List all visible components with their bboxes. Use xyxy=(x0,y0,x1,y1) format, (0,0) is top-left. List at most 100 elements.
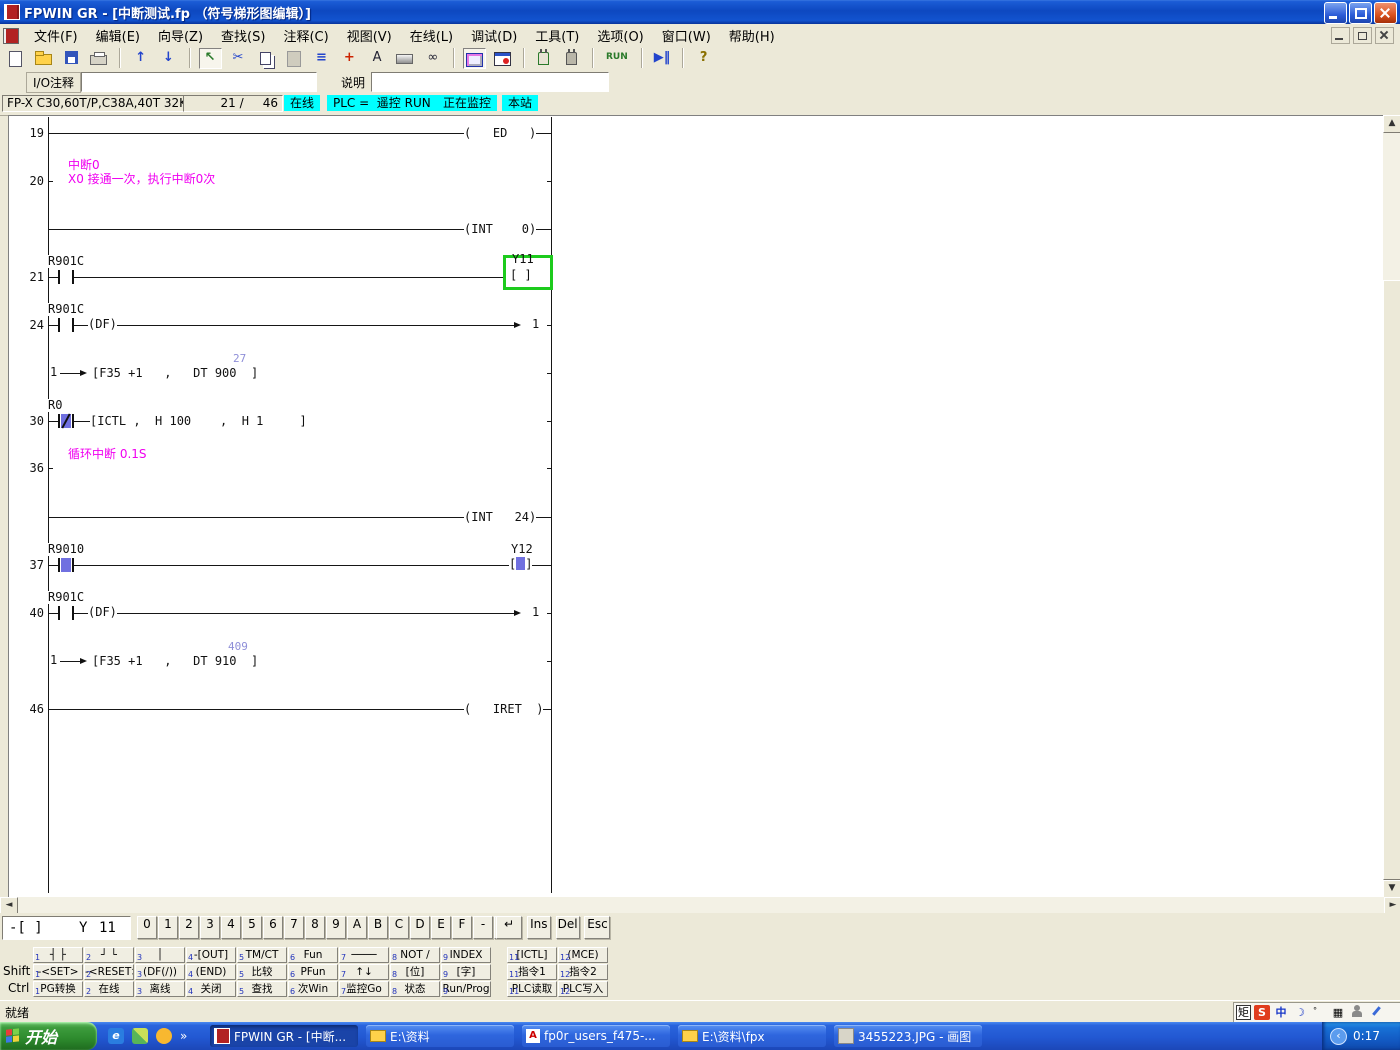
menu-item[interactable]: 帮助(H) xyxy=(720,23,784,48)
function-key-shift[interactable]: 9[字] xyxy=(441,964,491,980)
menu-item[interactable]: 选项(O) xyxy=(588,23,652,48)
menu-item[interactable]: 在线(L) xyxy=(401,23,462,48)
keypad-key[interactable]: 4 xyxy=(221,916,241,939)
menu-item[interactable]: 工具(T) xyxy=(526,23,588,48)
function-key[interactable]: 7──── xyxy=(339,947,389,963)
minimize-button[interactable] xyxy=(1324,2,1347,24)
function-key-ctrl[interactable]: 6次Win xyxy=(288,981,338,997)
offline-plug-icon[interactable] xyxy=(560,48,583,69)
soft-keyboard-icon[interactable]: ▦ xyxy=(1330,1005,1346,1020)
function-key-ctrl[interactable]: 8状态 xyxy=(390,981,440,997)
device-monitor-icon[interactable] xyxy=(491,48,514,69)
menu-item[interactable]: 窗口(W) xyxy=(653,23,720,48)
monitor-icon[interactable] xyxy=(463,48,486,69)
settings-wrench-icon[interactable] xyxy=(1368,1005,1384,1020)
menu-item[interactable]: 调试(D) xyxy=(462,23,526,48)
keypad-key[interactable]: 1 xyxy=(158,916,178,939)
sogou-icon[interactable]: S xyxy=(1254,1005,1270,1020)
menu-item[interactable]: 查找(S) xyxy=(212,23,274,48)
horizontal-scrollbar[interactable] xyxy=(0,897,1400,913)
restore-button[interactable] xyxy=(1349,2,1372,24)
function-key-shift[interactable]: 4(END) xyxy=(186,964,236,980)
plc-run-icon[interactable]: RUN xyxy=(602,48,632,69)
task-folder-fpx[interactable]: E:\资料\fpx xyxy=(678,1025,826,1047)
io-comment-input[interactable] xyxy=(81,72,317,92)
ie-icon[interactable]: e xyxy=(108,1028,124,1044)
function-key-shift[interactable]: 7↑↓ xyxy=(339,964,389,980)
keypad-key[interactable]: 7 xyxy=(284,916,304,939)
function-key-ctrl[interactable]: 2在线 xyxy=(84,981,134,997)
ime-shape-icon[interactable]: 矩 xyxy=(1236,1005,1251,1020)
keypad-key[interactable]: 2 xyxy=(179,916,199,939)
insert-key[interactable]: Ins xyxy=(527,916,551,939)
open-folder-icon[interactable] xyxy=(32,48,55,69)
quick-launch-chevron[interactable]: » xyxy=(180,1029,187,1043)
function-key[interactable]: 2┘ └ xyxy=(84,947,134,963)
function-key-ctrl[interactable]: 1PG转换 xyxy=(33,981,83,997)
keypad-key[interactable]: C xyxy=(389,916,409,939)
delete-key[interactable]: Del xyxy=(556,916,580,939)
io-comment-icon[interactable]: ≡ xyxy=(310,48,333,69)
function-key-shift[interactable]: 6PFun xyxy=(288,964,338,980)
function-key[interactable]: 1┤ ├ xyxy=(33,947,83,963)
child-minimize-button[interactable] xyxy=(1331,27,1350,44)
cut-icon[interactable]: ✂ xyxy=(226,48,249,69)
scroll-up-arrow[interactable]: ▲ xyxy=(1383,115,1400,133)
function-key[interactable]: 3│ xyxy=(135,947,185,963)
vertical-scroll-thumb[interactable] xyxy=(1383,280,1400,880)
quick-launch-icon[interactable] xyxy=(132,1028,148,1044)
function-key-ctrl[interactable]: 5查找 xyxy=(237,981,287,997)
interline-icon[interactable] xyxy=(393,48,416,69)
insert-icon[interactable]: + xyxy=(338,48,361,69)
function-key-ctrl[interactable]: 12PLC写入 xyxy=(558,981,608,997)
run-prog-toggle-icon[interactable]: ▶‖ xyxy=(651,48,674,69)
close-button[interactable] xyxy=(1374,2,1397,24)
download-icon[interactable]: ↓ xyxy=(157,48,180,69)
function-key-ctrl[interactable]: 3离线 xyxy=(135,981,185,997)
online-plug-icon[interactable] xyxy=(532,48,555,69)
function-key-shift[interactable]: 12指令2 xyxy=(558,964,608,980)
menu-item[interactable]: 注释(C) xyxy=(274,23,337,48)
find-icon[interactable]: ∞ xyxy=(421,48,444,69)
help-icon[interactable]: ? xyxy=(692,48,715,69)
punctuation-icon[interactable]: ゜ xyxy=(1311,1005,1327,1020)
keypad-key[interactable]: 3 xyxy=(200,916,220,939)
function-key-shift[interactable]: 3(DF(/)) xyxy=(135,964,185,980)
keypad-key[interactable]: E xyxy=(431,916,451,939)
keypad-key[interactable]: 9 xyxy=(326,916,346,939)
upload-icon[interactable]: ↑ xyxy=(129,48,152,69)
task-paint[interactable]: 3455223.JPG - 画图 xyxy=(834,1025,982,1047)
start-button[interactable]: 开始 xyxy=(0,1022,97,1050)
function-key-ctrl[interactable]: 7监控Go xyxy=(339,981,389,997)
task-pdf[interactable]: A fp0r_users_f475-... xyxy=(522,1025,670,1047)
qq-icon[interactable] xyxy=(156,1028,172,1044)
function-key-shift[interactable]: 5比较 xyxy=(237,964,287,980)
function-key[interactable]: 8NOT / xyxy=(390,947,440,963)
function-key[interactable]: 5TM/CT xyxy=(237,947,287,963)
menu-item[interactable]: 文件(F) xyxy=(25,23,87,48)
print-icon[interactable] xyxy=(87,48,110,69)
chinese-mode-icon[interactable]: 中 xyxy=(1273,1005,1289,1020)
description-input[interactable] xyxy=(371,72,609,92)
function-key-shift[interactable]: 8[位] xyxy=(390,964,440,980)
user-icon[interactable] xyxy=(1349,1005,1365,1020)
new-file-icon[interactable] xyxy=(4,48,27,69)
text-comment-icon[interactable]: A xyxy=(366,48,389,69)
ladder-editor[interactable] xyxy=(8,115,1384,898)
keypad-key[interactable]: A xyxy=(347,916,367,939)
function-key[interactable]: 6Fun xyxy=(288,947,338,963)
task-fpwin[interactable]: FPWIN GR - [中断... xyxy=(210,1025,358,1047)
task-folder-ziliao[interactable]: E:\资料 xyxy=(366,1025,514,1047)
select-mode-icon[interactable]: ↖ xyxy=(199,48,222,69)
language-bar-chevron[interactable]: ‹ xyxy=(1330,1028,1347,1045)
function-key[interactable]: 12(MCE) xyxy=(558,947,608,963)
keypad-key[interactable]: F xyxy=(452,916,472,939)
function-key-shift[interactable]: 11指令1 xyxy=(507,964,557,980)
child-close-button[interactable] xyxy=(1375,27,1394,44)
keypad-key[interactable]: 8 xyxy=(305,916,325,939)
keypad-key[interactable]: - xyxy=(473,916,493,939)
keypad-key[interactable]: B xyxy=(368,916,388,939)
function-key[interactable]: 9INDEX xyxy=(441,947,491,963)
function-key[interactable]: 4-[OUT] xyxy=(186,947,236,963)
save-icon[interactable] xyxy=(60,48,83,69)
